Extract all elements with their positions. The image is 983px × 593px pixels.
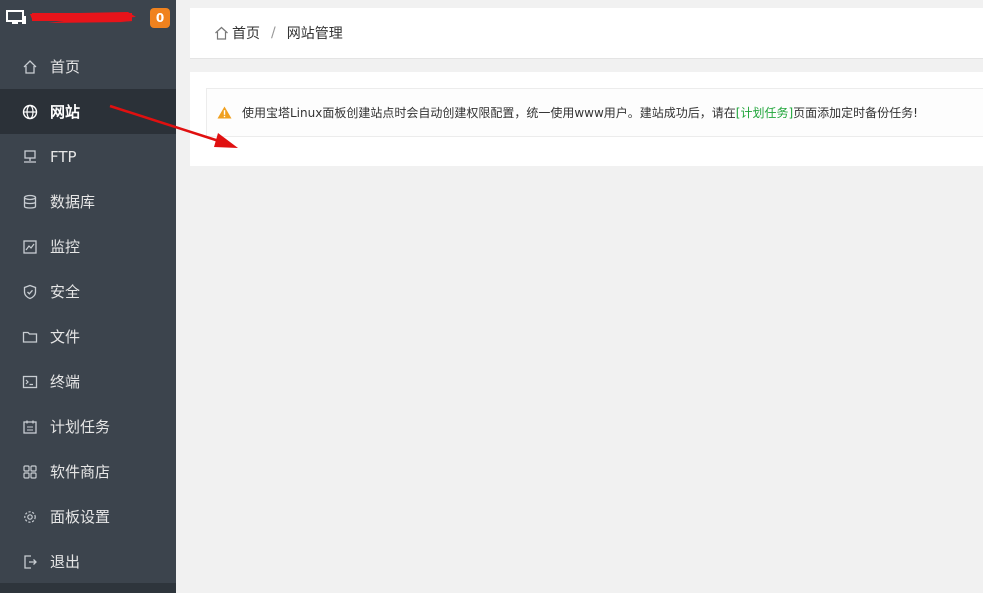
notification-badge[interactable]: 0 bbox=[150, 8, 170, 28]
sidebar-item-settings[interactable]: 面板设置 bbox=[0, 494, 176, 539]
gear-icon bbox=[22, 509, 44, 525]
sidebar-item-logout[interactable]: 退出 bbox=[0, 539, 176, 584]
folder-icon bbox=[22, 329, 44, 345]
sidebar-item-label: 面板设置 bbox=[50, 508, 111, 526]
globe-icon bbox=[22, 104, 44, 120]
home-icon[interactable] bbox=[214, 26, 229, 40]
sidebar-item-website[interactable]: 网站 bbox=[0, 89, 176, 134]
sidebar-item-ftp[interactable]: FTP bbox=[0, 134, 176, 179]
server-monitor-icon bbox=[6, 10, 26, 30]
sidebar-item-label: 软件商店 bbox=[50, 463, 111, 481]
sidebar-footer bbox=[0, 583, 176, 593]
breadcrumb-home-link[interactable]: 首页 bbox=[232, 23, 260, 43]
breadcrumb-current: 网站管理 bbox=[286, 26, 343, 42]
sidebar-item-label: FTP bbox=[50, 147, 77, 166]
shield-icon bbox=[22, 284, 44, 300]
sidebar-item-security[interactable]: 安全 bbox=[0, 269, 176, 314]
sidebar-item-cron[interactable]: 计划任务 bbox=[0, 404, 176, 449]
alert-text-after: 页面添加定时备份任务! bbox=[793, 106, 918, 120]
sidebar-header: 0 bbox=[0, 0, 176, 38]
info-alert: 使用宝塔Linux面板创建站点时会自动创建权限配置，统一使用www用户。建站成功… bbox=[206, 88, 983, 137]
redacted-server-name bbox=[30, 12, 136, 23]
logout-icon bbox=[22, 554, 44, 570]
sidebar-item-app-store[interactable]: 软件商店 bbox=[0, 449, 176, 494]
sidebar-item-terminal[interactable]: 终端 bbox=[0, 359, 176, 404]
sidebar-item-files[interactable]: 文件 bbox=[0, 314, 176, 359]
database-icon bbox=[22, 194, 44, 210]
grid-apps-icon bbox=[22, 464, 44, 480]
sidebar-item-label: 首页 bbox=[50, 58, 81, 76]
sidebar-item-label: 安全 bbox=[50, 283, 81, 301]
sidebar-item-monitor[interactable]: 监控 bbox=[0, 224, 176, 269]
warning-icon bbox=[217, 106, 232, 119]
sidebar-item-database[interactable]: 数据库 bbox=[0, 179, 176, 224]
main-content-panel: 使用宝塔Linux面板创建站点时会自动创建权限配置，统一使用www用户。建站成功… bbox=[190, 72, 983, 166]
cron-task-link[interactable]: [计划任务] bbox=[736, 106, 793, 120]
sidebar-item-label: 数据库 bbox=[50, 193, 96, 211]
calendar-icon bbox=[22, 419, 44, 435]
sidebar-item-label: 计划任务 bbox=[50, 418, 111, 436]
ftp-network-icon bbox=[22, 149, 44, 165]
sidebar-item-label: 文件 bbox=[50, 328, 81, 346]
sidebar-item-label: 退出 bbox=[50, 553, 81, 571]
sidebar-item-label: 监控 bbox=[50, 238, 81, 256]
monitor-chart-icon bbox=[22, 239, 44, 255]
breadcrumb: 首页 / 网站管理 bbox=[190, 8, 983, 59]
sidebar-item-home[interactable]: 首页 bbox=[0, 44, 176, 89]
sidebar-item-label: 网站 bbox=[50, 103, 81, 121]
alert-text: 使用宝塔Linux面板创建站点时会自动创建权限配置，统一使用www用户。建站成功… bbox=[242, 104, 918, 121]
sidebar-item-label: 终端 bbox=[50, 373, 81, 391]
alert-text-before: 使用宝塔Linux面板创建站点时会自动创建权限配置，统一使用www用户。建站成功… bbox=[242, 106, 736, 120]
terminal-icon bbox=[22, 374, 44, 390]
sidebar: 0 首页 网站 FTP 数据库 监控 安全 文件 终端 计划任务 软件商店 面板… bbox=[0, 0, 176, 593]
home-icon bbox=[22, 59, 44, 75]
sidebar-nav: 首页 网站 FTP 数据库 监控 安全 文件 终端 计划任务 软件商店 面板设置… bbox=[0, 44, 176, 584]
breadcrumb-separator: / bbox=[271, 25, 276, 41]
